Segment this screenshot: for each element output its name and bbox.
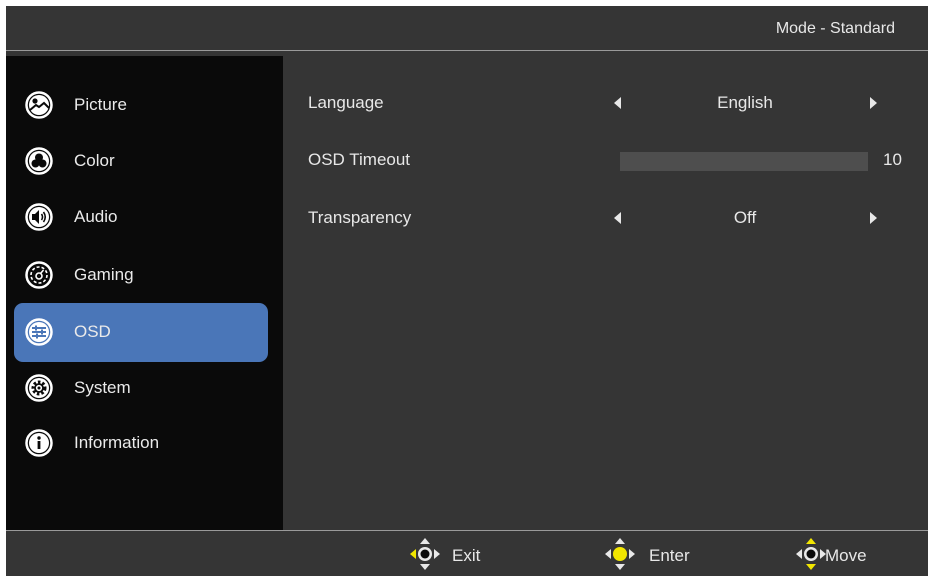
- dpad-exit-icon: [409, 537, 441, 571]
- sidebar-item-label: Picture: [74, 95, 127, 114]
- arrow-left-icon[interactable]: [614, 97, 621, 109]
- osd-timeout-slider[interactable]: [620, 152, 868, 171]
- setting-row-language[interactable]: Language English: [283, 88, 928, 118]
- settings-panel: Language English OSD Timeout 10 Transpar…: [283, 56, 928, 530]
- mode-indicator: Mode - Standard: [775, 20, 895, 37]
- audio-icon: [25, 203, 53, 231]
- sidebar-item-label: Information: [74, 433, 160, 452]
- sidebar-item-color[interactable]: Color: [14, 134, 268, 189]
- osd-timeout-value: 10: [883, 150, 902, 169]
- arrow-left-icon[interactable]: [614, 212, 621, 224]
- arrow-right-icon[interactable]: [870, 97, 877, 109]
- information-icon: [25, 429, 53, 457]
- hint-move-label: Move: [825, 546, 867, 565]
- sidebar-item-system[interactable]: System: [14, 361, 268, 416]
- gaming-icon: [25, 261, 53, 289]
- sidebar-item-picture[interactable]: Picture: [14, 78, 268, 133]
- transparency-value: Off: [733, 208, 757, 227]
- hint-enter-label: Enter: [649, 546, 690, 565]
- setting-row-transparency[interactable]: Transparency Off: [283, 203, 928, 233]
- arrow-right-icon[interactable]: [870, 212, 877, 224]
- sidebar-item-label: Audio: [74, 207, 118, 226]
- sidebar-item-label: Gaming: [74, 265, 134, 284]
- setting-row-osd-timeout[interactable]: OSD Timeout 10: [283, 145, 928, 175]
- dpad-move-icon: [795, 537, 827, 571]
- hint-exit-label: Exit: [452, 546, 481, 565]
- sidebar-item-label: Color: [74, 151, 115, 170]
- sidebar-item-audio[interactable]: Audio: [14, 190, 268, 245]
- sidebar-menu: Picture Color Audio Gaming OSD System In…: [6, 56, 283, 530]
- osd-window: Mode - Standard Picture Color Audio Gami…: [6, 6, 928, 576]
- sidebar-item-label: OSD: [74, 322, 111, 341]
- key-hints-bar: Exit Enter Move: [6, 530, 928, 576]
- dpad-enter-icon: [604, 537, 636, 571]
- language-value: English: [717, 93, 773, 112]
- osd-header: Mode - Standard: [6, 6, 928, 51]
- language-label: Language: [308, 93, 384, 112]
- sidebar-item-information[interactable]: Information: [14, 416, 268, 471]
- sidebar-item-gaming[interactable]: Gaming: [14, 248, 268, 303]
- picture-icon: [25, 91, 53, 119]
- sidebar-item-label: System: [74, 378, 131, 397]
- transparency-label: Transparency: [308, 208, 412, 227]
- system-icon: [25, 374, 53, 402]
- osd-timeout-label: OSD Timeout: [308, 150, 411, 169]
- sidebar-item-osd[interactable]: OSD: [14, 303, 268, 362]
- osd-icon: [25, 318, 53, 346]
- color-icon: [25, 147, 53, 175]
